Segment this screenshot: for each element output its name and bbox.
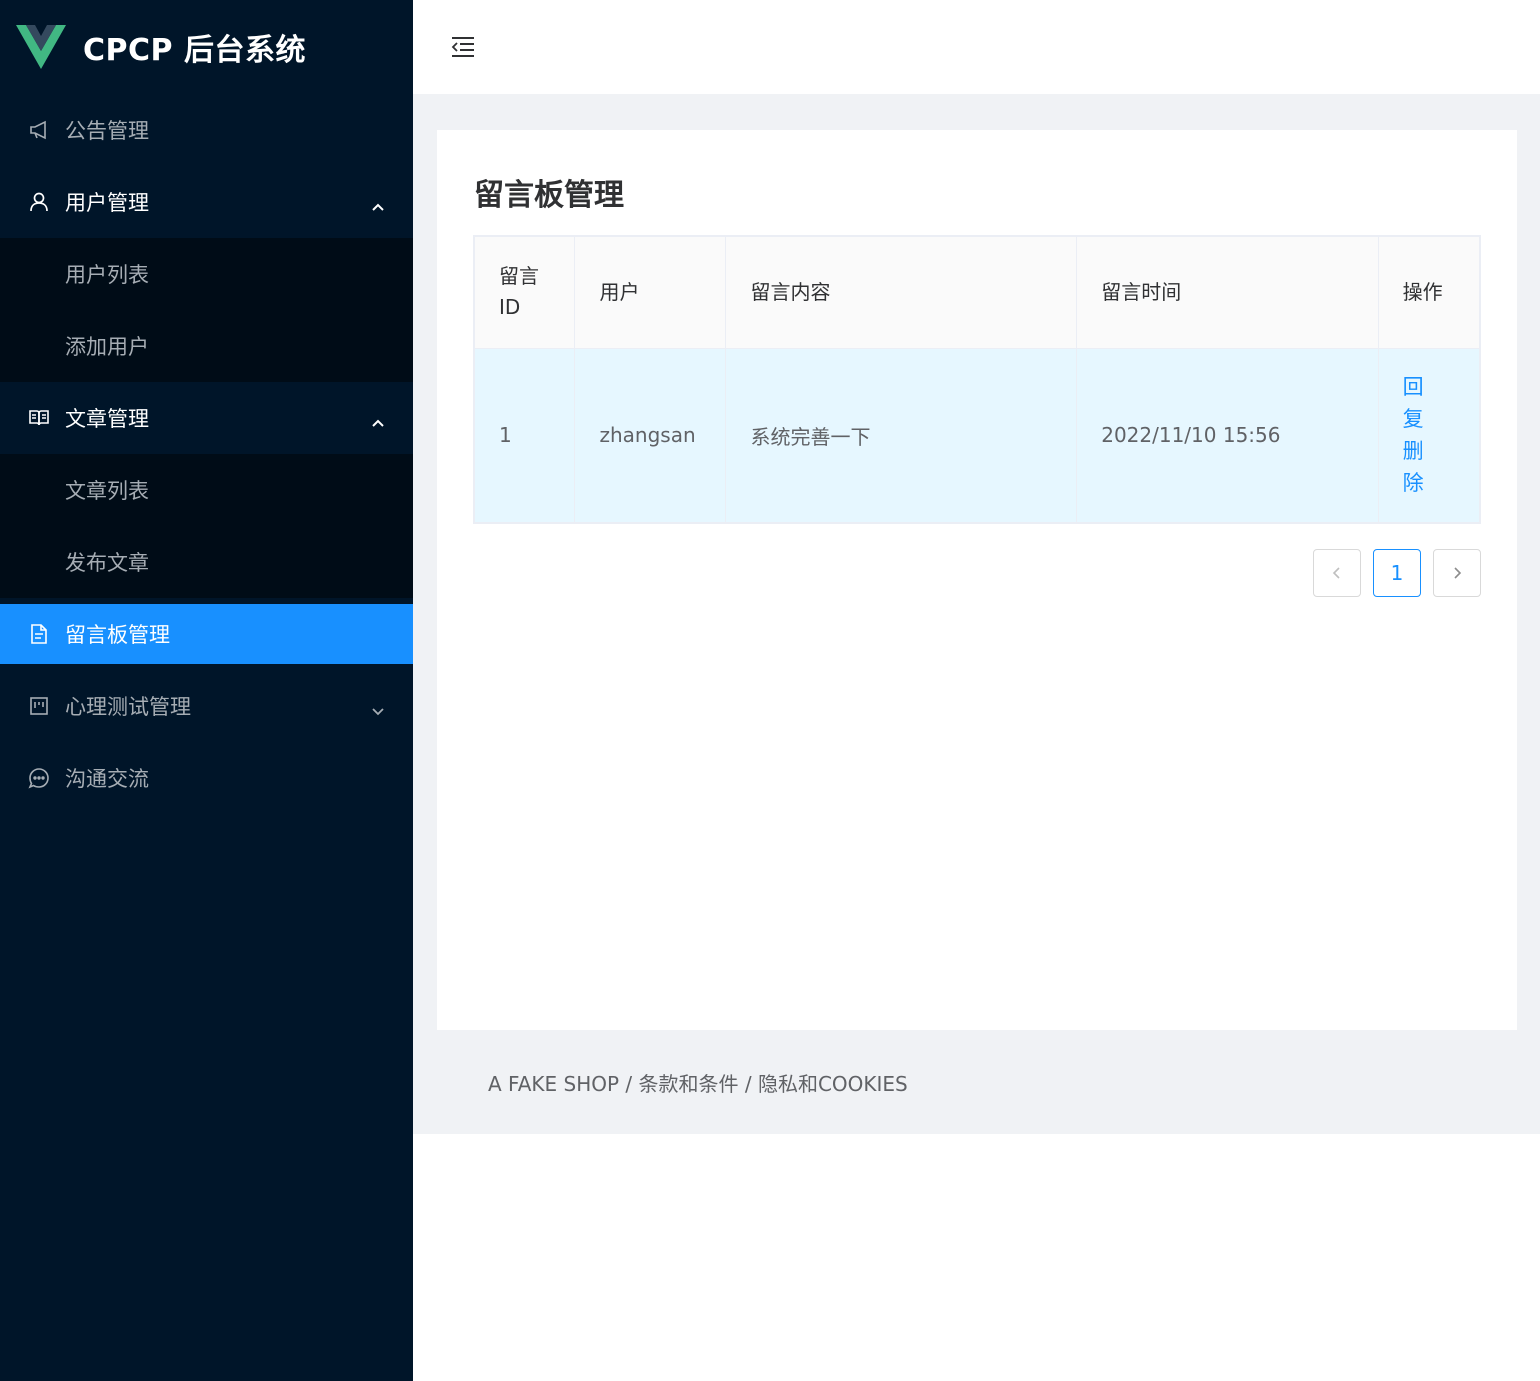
- sidebar-item-label: 文章列表: [65, 479, 149, 503]
- cell-content: 系统完善一下: [725, 348, 1078, 523]
- brand[interactable]: CPCP 后台系统: [0, 0, 413, 94]
- cell-time: 2022/11/10 15:56: [1076, 348, 1379, 523]
- chevron-right-icon: [1454, 567, 1462, 579]
- top-header: [413, 0, 1540, 94]
- main-area: 留言板管理 留言ID 用户 留言内容 留言时间 操作 1 zhangsan 系统…: [413, 0, 1540, 1381]
- column-header-id: 留言ID: [474, 236, 576, 349]
- user-icon: [28, 191, 50, 213]
- chat-icon: [28, 767, 50, 789]
- sidebar-item-announcements[interactable]: 公告管理: [0, 94, 413, 166]
- table-row: 1 zhangsan 系统完善一下 2022/11/10 15:56 回复 删除: [474, 348, 1480, 523]
- vue-logo-icon: [16, 25, 66, 69]
- table-header-row: 留言ID 用户 留言内容 留言时间 操作: [474, 236, 1480, 349]
- cell-id: 1: [474, 348, 576, 523]
- reply-link[interactable]: 回复: [1403, 371, 1425, 435]
- chevron-up-icon: [371, 195, 385, 211]
- column-header-actions: 操作: [1378, 236, 1480, 349]
- sidebar-item-user-list[interactable]: 用户列表: [0, 238, 413, 310]
- sidebar-item-label: 发布文章: [65, 551, 149, 575]
- chevron-left-icon: [1332, 567, 1340, 579]
- submenu-articles: 文章列表 发布文章: [0, 454, 413, 598]
- sidebar-item-add-user[interactable]: 添加用户: [0, 310, 413, 382]
- delete-link[interactable]: 删除: [1403, 435, 1425, 499]
- chevron-up-icon: [371, 411, 385, 427]
- sidebar-item-label: 用户列表: [65, 263, 149, 287]
- column-header-time: 留言时间: [1076, 236, 1379, 349]
- sidebar-item-message-board[interactable]: 留言板管理: [0, 604, 413, 664]
- actions-group: 回复 删除: [1403, 371, 1455, 499]
- column-header-content: 留言内容: [725, 236, 1078, 349]
- content-area: 留言板管理 留言ID 用户 留言内容 留言时间 操作 1 zhangsan 系统…: [413, 94, 1540, 1134]
- cell-user: zhangsan: [574, 348, 727, 523]
- message-table: 留言ID 用户 留言内容 留言时间 操作 1 zhangsan 系统完善一下 2…: [473, 235, 1481, 524]
- sidebar-item-article-list[interactable]: 文章列表: [0, 454, 413, 526]
- sidebar: CPCP 后台系统 公告管理 用户管理 用户列表 添加用户 文章管理 文章列表 …: [0, 0, 413, 1381]
- footer-text: A FAKE SHOP / 条款和条件 / 隐私和COOKIES: [488, 1072, 908, 1096]
- sidebar-item-label: 沟通交流: [65, 767, 149, 791]
- sidebar-item-label: 添加用户: [65, 335, 149, 359]
- page-button-current[interactable]: 1: [1373, 549, 1421, 597]
- submenu-users: 用户列表 添加用户: [0, 238, 413, 382]
- chevron-down-icon: [371, 699, 385, 716]
- prev-page-button[interactable]: [1313, 549, 1361, 597]
- cell-actions: 回复 删除: [1378, 348, 1480, 523]
- page-title: 留言板管理: [474, 178, 624, 213]
- sidebar-item-label: 留言板管理: [65, 623, 170, 647]
- board-icon: [28, 695, 50, 717]
- sidebar-item-psych-test[interactable]: 心理测试管理: [0, 670, 413, 742]
- book-icon: [28, 407, 50, 429]
- content-card: 留言板管理 留言ID 用户 留言内容 留言时间 操作 1 zhangsan 系统…: [437, 130, 1517, 1030]
- sidebar-item-publish-article[interactable]: 发布文章: [0, 526, 413, 598]
- document-icon: [28, 623, 50, 645]
- sidebar-item-articles[interactable]: 文章管理: [0, 382, 413, 454]
- sidebar-item-label: 用户管理: [65, 191, 149, 215]
- sidebar-item-label: 心理测试管理: [65, 695, 191, 719]
- sidebar-item-label: 公告管理: [65, 119, 149, 143]
- menu-fold-icon[interactable]: [449, 33, 477, 61]
- pagination: 1: [1313, 549, 1481, 597]
- sidebar-item-label: 文章管理: [65, 407, 149, 431]
- sidebar-item-users[interactable]: 用户管理: [0, 166, 413, 238]
- sidebar-item-communication[interactable]: 沟通交流: [0, 742, 413, 814]
- brand-title: CPCP 后台系统: [83, 33, 306, 68]
- next-page-button[interactable]: [1433, 549, 1481, 597]
- megaphone-icon: [28, 119, 50, 141]
- column-header-user: 用户: [574, 236, 727, 349]
